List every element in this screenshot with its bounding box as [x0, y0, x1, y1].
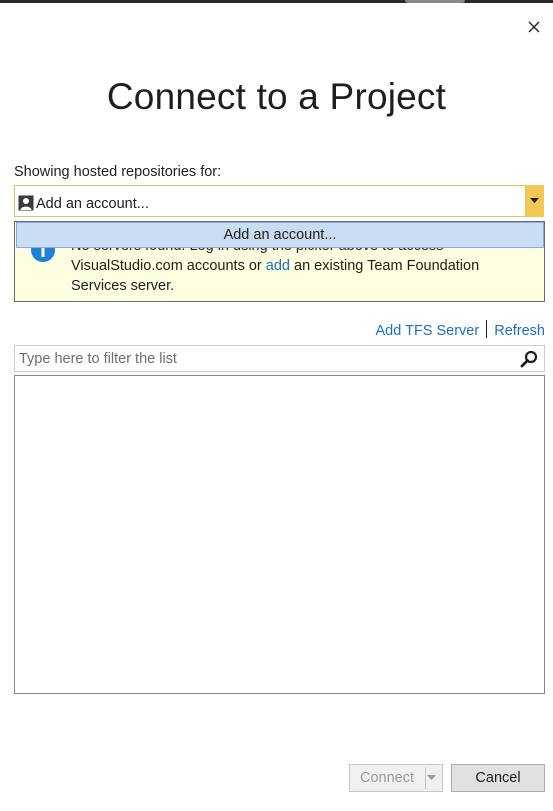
window-top-accent: [405, 0, 465, 3]
filter-input[interactable]: [19, 349, 509, 368]
filter-box: [14, 345, 545, 372]
connect-button-divider: [425, 767, 426, 789]
refresh-link[interactable]: Refresh: [494, 323, 545, 339]
dropdown-option-add-account[interactable]: Add an account...: [16, 222, 544, 248]
server-links: Add TFS Server Refresh: [376, 320, 545, 339]
window-top-border: [0, 0, 553, 3]
account-picker-value: Add an account...: [36, 196, 149, 212]
info-line-2: VisualStudio.com accounts or add an exis…: [71, 256, 521, 276]
info-line-2-end: an existing Team Foundation: [289, 258, 480, 274]
chevron-down-icon[interactable]: [427, 775, 436, 780]
user-icon: [18, 195, 34, 211]
info-line-2-start: VisualStudio.com accounts or: [71, 258, 266, 274]
connect-split-button[interactable]: Connect: [349, 764, 443, 792]
add-server-link[interactable]: add: [266, 258, 290, 274]
info-line-3: Services server.: [71, 278, 175, 294]
chevron-down-icon: [530, 198, 539, 203]
search-icon[interactable]: [520, 350, 538, 368]
repository-list[interactable]: [14, 375, 545, 694]
close-button[interactable]: [522, 15, 546, 39]
cancel-button[interactable]: Cancel: [451, 764, 545, 792]
hosted-repositories-label: Showing hosted repositories for:: [14, 164, 222, 180]
dialog-title: Connect to a Project: [106, 76, 447, 117]
account-picker-dropdown-button[interactable]: [525, 185, 544, 217]
add-tfs-server-link[interactable]: Add TFS Server: [376, 323, 480, 339]
account-picker[interactable]: Add an account...: [14, 185, 544, 217]
connect-button[interactable]: Connect: [350, 765, 424, 791]
link-separator: [486, 320, 488, 338]
close-icon: [528, 21, 540, 33]
